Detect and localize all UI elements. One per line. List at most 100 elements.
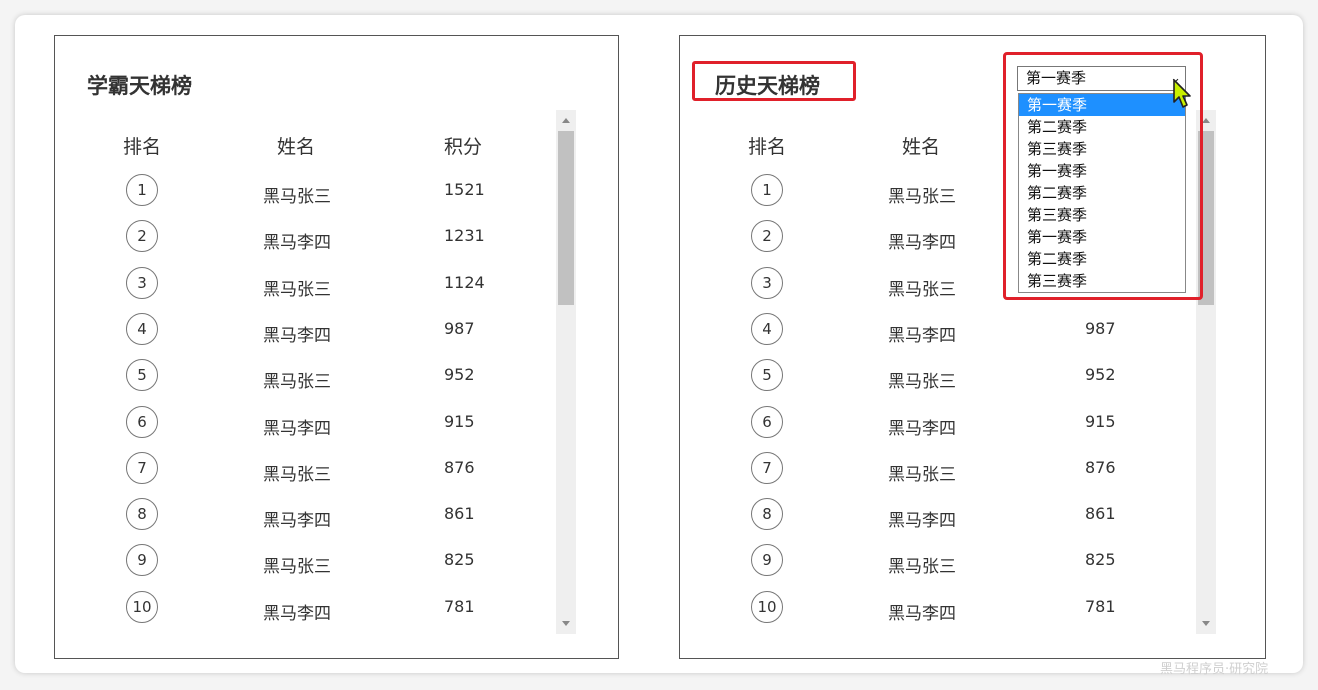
- player-name: 黑马张三: [888, 557, 956, 578]
- panel-title: 历史天梯榜: [715, 74, 820, 98]
- player-score: 861: [1085, 504, 1116, 524]
- player-name: 黑马张三: [888, 464, 956, 485]
- scroll-down-icon[interactable]: [562, 621, 570, 626]
- header-name: 姓名: [277, 136, 316, 158]
- table-row: 9 黑马张三 825: [55, 539, 618, 585]
- player-name: 黑马张三: [263, 187, 331, 207]
- table-row: 4 黑马李四 987: [680, 308, 1265, 354]
- rank-badge: 2: [126, 220, 158, 253]
- player-name: 黑马李四: [263, 325, 331, 346]
- header-rank: 排名: [123, 136, 162, 158]
- panel-title: 学霸天梯榜: [87, 74, 192, 98]
- watermark: 黑马程序员·研究院: [1160, 662, 1269, 677]
- rank-badge: 4: [751, 312, 783, 345]
- season-select-value: 第一赛季: [1026, 69, 1087, 87]
- player-score: 1124: [444, 272, 485, 292]
- player-score: 781: [444, 596, 475, 616]
- table-row: 5 黑马张三 952: [55, 354, 618, 400]
- player-score: 876: [444, 457, 475, 477]
- table-row: 8 黑马李四 861: [680, 493, 1265, 539]
- rank-badge: 6: [751, 405, 783, 438]
- player-score: 825: [1085, 550, 1116, 570]
- table-row: 6 黑马李四 915: [55, 401, 618, 447]
- player-name: 黑马李四: [888, 511, 956, 532]
- scrollbar[interactable]: [556, 110, 576, 634]
- player-score: 781: [1085, 596, 1116, 616]
- season-option[interactable]: 第二赛季: [1019, 248, 1185, 270]
- player-name: 黑马张三: [263, 557, 331, 578]
- rank-badge: 8: [126, 498, 158, 531]
- season-option[interactable]: 第三赛季: [1019, 270, 1185, 292]
- player-name: 黑马张三: [263, 279, 331, 300]
- player-score: 876: [1085, 457, 1116, 477]
- player-name: 黑马李四: [888, 418, 956, 439]
- table-row: 7 黑马张三 876: [55, 447, 618, 493]
- player-name: 黑马李四: [888, 325, 956, 346]
- player-name: 黑马李四: [888, 233, 956, 254]
- table-row: 9 黑马张三 825: [680, 539, 1265, 585]
- scroll-down-icon[interactable]: [1202, 621, 1210, 626]
- player-name: 黑马张三: [888, 279, 956, 300]
- player-name: 黑马张三: [263, 464, 331, 485]
- table-row: 10 黑马李四 781: [680, 586, 1265, 632]
- rank-badge: 5: [751, 359, 783, 392]
- rank-badge: 8: [751, 498, 783, 531]
- table-row: 10 黑马李四 781: [55, 586, 618, 632]
- table-row: 1 黑马张三 1521: [55, 169, 618, 215]
- season-option[interactable]: 第一赛季: [1019, 160, 1185, 182]
- player-score: 915: [1085, 411, 1116, 431]
- pointer-cursor-icon: [1173, 79, 1191, 108]
- table-row: 3 黑马张三 1124: [55, 262, 618, 308]
- header-rank: 排名: [748, 136, 787, 158]
- season-option[interactable]: 第三赛季: [1019, 204, 1185, 226]
- header-name: 姓名: [902, 136, 941, 158]
- season-select[interactable]: 第一赛季 ⌄: [1017, 66, 1186, 91]
- rank-badge: 9: [126, 544, 158, 577]
- season-option[interactable]: 第二赛季: [1019, 116, 1185, 138]
- rank-badge: 1: [126, 174, 158, 206]
- rank-badge: 6: [126, 405, 158, 438]
- player-score: 987: [444, 318, 475, 338]
- player-name: 黑马张三: [888, 372, 956, 393]
- rank-badge: 7: [751, 451, 783, 484]
- season-dropdown-list: 第一赛季 第二赛季 第三赛季 第一赛季 第二赛季 第三赛季 第一赛季 第二赛季 第三赛季: [1018, 93, 1186, 293]
- rank-badge: 3: [751, 266, 783, 299]
- player-name: 黑马张三: [888, 187, 956, 207]
- rank-badge: 4: [126, 312, 158, 345]
- player-name: 黑马李四: [888, 603, 956, 624]
- table-row: 2 黑马李四 1231: [55, 215, 618, 261]
- header-score: 积分: [444, 136, 483, 158]
- player-score: 915: [444, 411, 475, 431]
- player-name: 黑马李四: [263, 511, 331, 532]
- player-score: 825: [444, 550, 475, 570]
- rank-badge: 7: [126, 451, 158, 484]
- rank-badge: 5: [126, 359, 158, 392]
- rank-badge: 2: [751, 220, 783, 253]
- player-score: 952: [444, 365, 475, 385]
- season-option[interactable]: 第一赛季: [1019, 226, 1185, 248]
- player-score: 987: [1085, 318, 1116, 338]
- player-name: 黑马李四: [263, 418, 331, 439]
- table-row: 7 黑马张三 876: [680, 447, 1265, 493]
- rank-badge: 9: [751, 544, 783, 577]
- table-row: 5 黑马张三 952: [680, 354, 1265, 400]
- rank-badge: 10: [751, 590, 783, 623]
- rank-badge: 3: [126, 266, 158, 299]
- table-row: 8 黑马李四 861: [55, 493, 618, 539]
- scroll-up-icon[interactable]: [1202, 118, 1210, 123]
- scroll-up-icon[interactable]: [562, 118, 570, 123]
- player-score: 952: [1085, 365, 1116, 385]
- player-name: 黑马李四: [263, 603, 331, 624]
- player-name: 黑马李四: [263, 233, 331, 254]
- leaderboard-panel-left: 学霸天梯榜 排名 姓名 积分 1 黑马张三 1521 2 黑马李四 1231 3 黑马张三 11…: [54, 35, 619, 659]
- player-name: 黑马张三: [263, 372, 331, 393]
- rank-badge: 10: [126, 590, 158, 623]
- player-score: 1231: [444, 226, 485, 246]
- season-option[interactable]: 第一赛季: [1019, 94, 1185, 116]
- rank-badge: 1: [751, 174, 783, 206]
- season-option[interactable]: 第二赛季: [1019, 182, 1185, 204]
- player-score: 861: [444, 504, 475, 524]
- season-option[interactable]: 第三赛季: [1019, 138, 1185, 160]
- scroll-thumb[interactable]: [558, 131, 574, 305]
- table-row: 4 黑马李四 987: [55, 308, 618, 354]
